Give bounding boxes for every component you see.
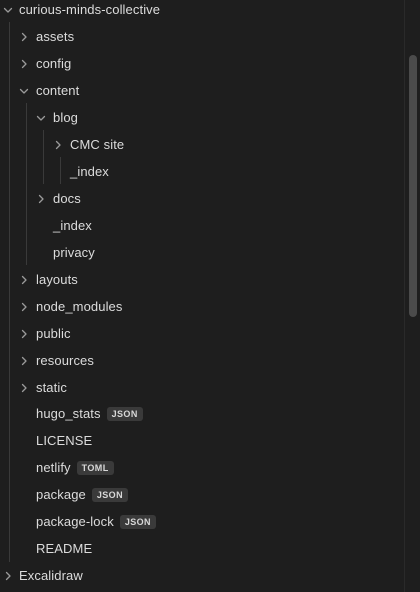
tree-item-label: resources — [36, 353, 94, 368]
tree-folder-cmc-site[interactable]: CMC site — [0, 131, 402, 158]
tree-item-label: node_modules — [36, 299, 123, 314]
file-name: package — [36, 487, 86, 502]
chevron-right-icon[interactable] — [19, 32, 29, 42]
tree-folder-layouts[interactable]: layouts — [0, 266, 402, 293]
tree-item-label: public — [36, 326, 71, 341]
tree-folder-excalidraw[interactable]: Excalidraw — [0, 562, 402, 589]
tree-item-label: curious-minds-collective — [19, 2, 161, 17]
tree-item-label: assets — [36, 29, 75, 44]
tree-folder-static[interactable]: static — [0, 374, 402, 401]
chevron-right-icon[interactable] — [19, 59, 29, 69]
tree-item-label: config — [36, 56, 72, 71]
file-type-badge: JSON — [119, 514, 156, 529]
file-type-badge: JSON — [91, 487, 128, 502]
tree-item-label: static — [36, 380, 67, 395]
tree-folder-config[interactable]: config — [0, 50, 402, 77]
tree-item-label: CMC site — [70, 137, 125, 152]
tree-folder-public[interactable]: public — [0, 320, 402, 347]
tree-item-label: _index — [70, 164, 109, 179]
chevron-right-icon[interactable] — [3, 571, 13, 581]
tree-file-privacy[interactable]: privacy — [0, 239, 402, 266]
tree-item-label: layouts — [36, 272, 78, 287]
file-type-badge: JSON — [106, 406, 143, 421]
chevron-right-icon[interactable] — [19, 302, 29, 312]
tree-item-label: content — [36, 83, 80, 98]
chevron-right-icon[interactable] — [53, 140, 63, 150]
tree-item-label: hugo_stats JSON — [36, 400, 143, 427]
vertical-scrollbar[interactable] — [404, 0, 420, 592]
chevron-down-icon[interactable] — [3, 5, 13, 15]
file-name: hugo_stats — [36, 406, 101, 421]
tree-file-content-index[interactable]: _index — [0, 212, 402, 239]
tree-file-package-lock[interactable]: package-lock JSON — [0, 508, 402, 535]
tree-file-license[interactable]: LICENSE — [0, 427, 402, 454]
tree-item-label: _index — [53, 218, 92, 233]
tree-item-label: docs — [53, 191, 81, 206]
tree-item-label: Excalidraw — [19, 568, 83, 583]
chevron-right-icon[interactable] — [19, 329, 29, 339]
tree-folder-curious-minds-collective[interactable]: curious-minds-collective — [0, 0, 402, 23]
tree-item-label: package JSON — [36, 481, 128, 508]
tree-item-label: package-lock JSON — [36, 508, 156, 535]
chevron-right-icon[interactable] — [19, 356, 29, 366]
file-tree: curious-minds-collective assets config c… — [0, 0, 402, 592]
tree-folder-blog[interactable]: blog — [0, 104, 402, 131]
tree-file-netlify[interactable]: netlify TOML — [0, 454, 402, 481]
file-name: netlify — [36, 460, 71, 475]
tree-file-package[interactable]: package JSON — [0, 481, 402, 508]
tree-file-blog-index[interactable]: _index — [0, 158, 402, 185]
tree-folder-docs[interactable]: docs — [0, 185, 402, 212]
file-name: package-lock — [36, 514, 114, 529]
chevron-right-icon[interactable] — [36, 194, 46, 204]
tree-folder-assets[interactable]: assets — [0, 23, 402, 50]
tree-file-readme[interactable]: README — [0, 535, 402, 562]
chevron-down-icon[interactable] — [19, 86, 29, 96]
chevron-right-icon[interactable] — [19, 275, 29, 285]
chevron-right-icon[interactable] — [19, 383, 29, 393]
chevron-down-icon[interactable] — [36, 113, 46, 123]
file-type-badge: TOML — [76, 460, 114, 475]
tree-file-hugo-stats[interactable]: hugo_stats JSON — [0, 400, 402, 427]
tree-item-label: netlify TOML — [36, 454, 114, 481]
tree-folder-node-modules[interactable]: node_modules — [0, 293, 402, 320]
tree-item-label: privacy — [53, 245, 95, 260]
tree-item-label: blog — [53, 110, 78, 125]
tree-folder-content[interactable]: content — [0, 77, 402, 104]
tree-folder-resources[interactable]: resources — [0, 347, 402, 374]
tree-item-label: README — [36, 541, 93, 556]
tree-item-label: LICENSE — [36, 433, 93, 448]
scrollbar-thumb[interactable] — [409, 55, 417, 317]
